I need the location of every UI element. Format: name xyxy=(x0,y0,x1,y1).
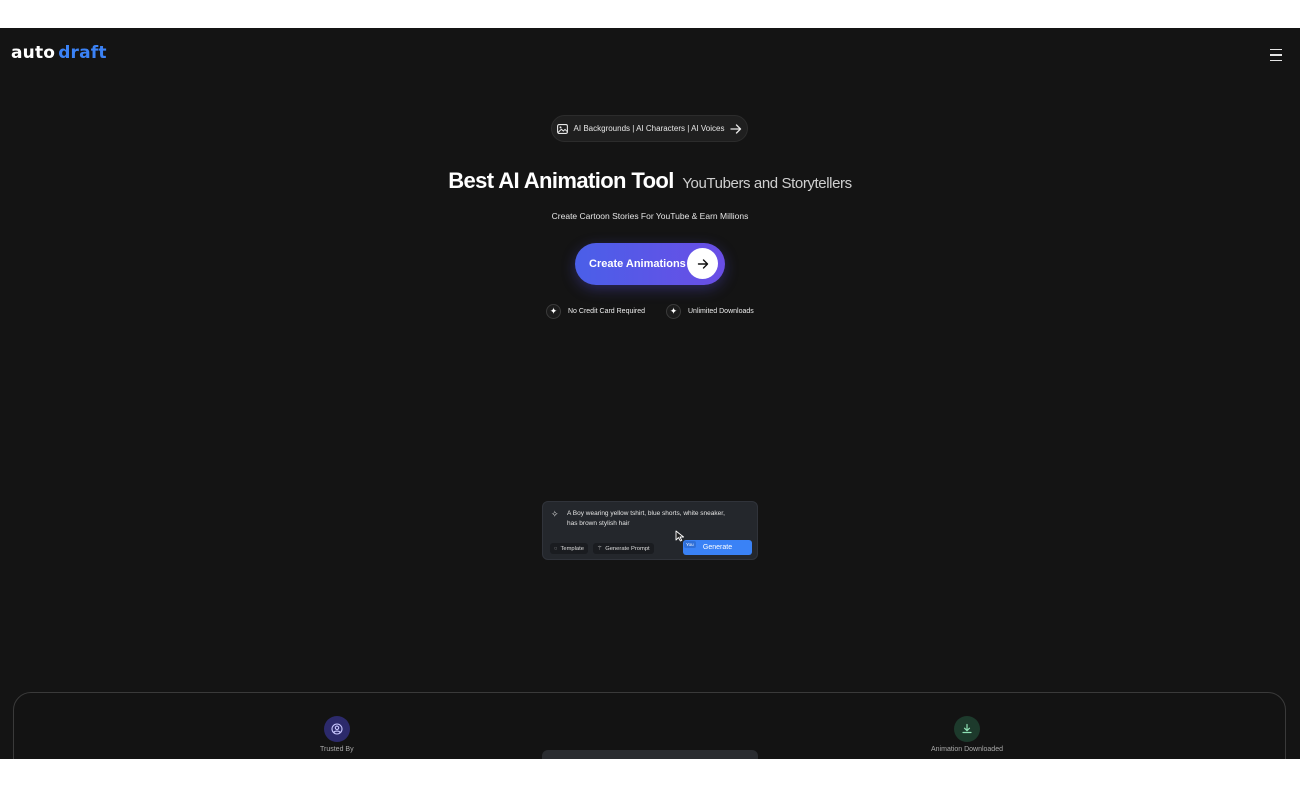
hero-title-suffix: YouTubers and Storytellers xyxy=(682,175,852,192)
template-icon: ◌ xyxy=(554,545,558,552)
logo-part-draft: draft xyxy=(58,43,107,63)
hero-headline: Best AI Animation Tool YouTubers and Sto… xyxy=(0,168,1300,194)
pill-label: AI Backgrounds | AI Characters | AI Voic… xyxy=(573,124,725,133)
feature-item: ✦ Unlimited Downloads xyxy=(666,304,754,319)
features-pill-link[interactable]: AI Backgrounds | AI Characters | AI Voic… xyxy=(551,115,748,142)
prompt-demo-card: ✧ A Boy wearing yellow tshirt, blue shor… xyxy=(542,501,758,560)
generate-label: Generate xyxy=(702,544,733,551)
image-icon xyxy=(556,123,568,134)
generate-prompt-label: Generate Prompt xyxy=(605,545,650,552)
create-animations-button[interactable]: Create Animations xyxy=(575,243,725,285)
feature-list: ✦ No Credit Card Required ✦ Unlimited Do… xyxy=(0,304,1300,320)
feature-label: Unlimited Downloads xyxy=(688,308,754,315)
stats-panel: Trusted By Animation Downloaded xyxy=(13,692,1286,759)
top-nav: auto draft xyxy=(0,28,1300,84)
page-frame: auto draft AI Backgrounds | AI Characters… xyxy=(0,28,1300,759)
user-circle-icon xyxy=(323,716,350,742)
logo-part-auto: auto xyxy=(11,43,56,63)
download-icon xyxy=(954,716,980,742)
hero-title: Best AI Animation Tool xyxy=(448,168,674,193)
mouse-pointer-icon xyxy=(675,529,685,547)
feature-label: No Credit Card Required xyxy=(568,308,646,315)
template-label: Template xyxy=(560,545,584,552)
downloads-stat: Animation Downloaded xyxy=(931,716,1003,753)
magic-wand-icon: ⚚ xyxy=(597,545,603,552)
you-cursor-tag: You xyxy=(684,541,696,548)
preview-card-edge xyxy=(542,750,758,759)
hamburger-menu-icon[interactable] xyxy=(1268,47,1284,63)
generate-prompt-chip[interactable]: ⚚ Generate Prompt xyxy=(593,543,654,554)
prompt-text: A Boy wearing yellow tshirt, blue shorts… xyxy=(567,510,725,527)
arrow-right-icon xyxy=(730,123,742,134)
hero-tagline: Create Cartoon Stories For YouTube & Ear… xyxy=(551,211,749,221)
feature-item: ✦ No Credit Card Required xyxy=(546,304,645,319)
arrow-right-icon xyxy=(687,248,718,279)
sparkle-icon: ✦ xyxy=(546,304,561,319)
logo[interactable]: auto draft xyxy=(11,43,107,63)
trusted-by-stat: Trusted By xyxy=(320,716,354,753)
downloads-label: Animation Downloaded xyxy=(931,746,1003,753)
ai-sparkle-icon: ✧ xyxy=(551,509,559,519)
sparkle-icon: ✦ xyxy=(666,304,681,319)
cta-label: Create Animations xyxy=(589,258,686,270)
template-chip[interactable]: ◌ Template xyxy=(550,543,588,554)
trusted-by-label: Trusted By xyxy=(320,746,354,753)
